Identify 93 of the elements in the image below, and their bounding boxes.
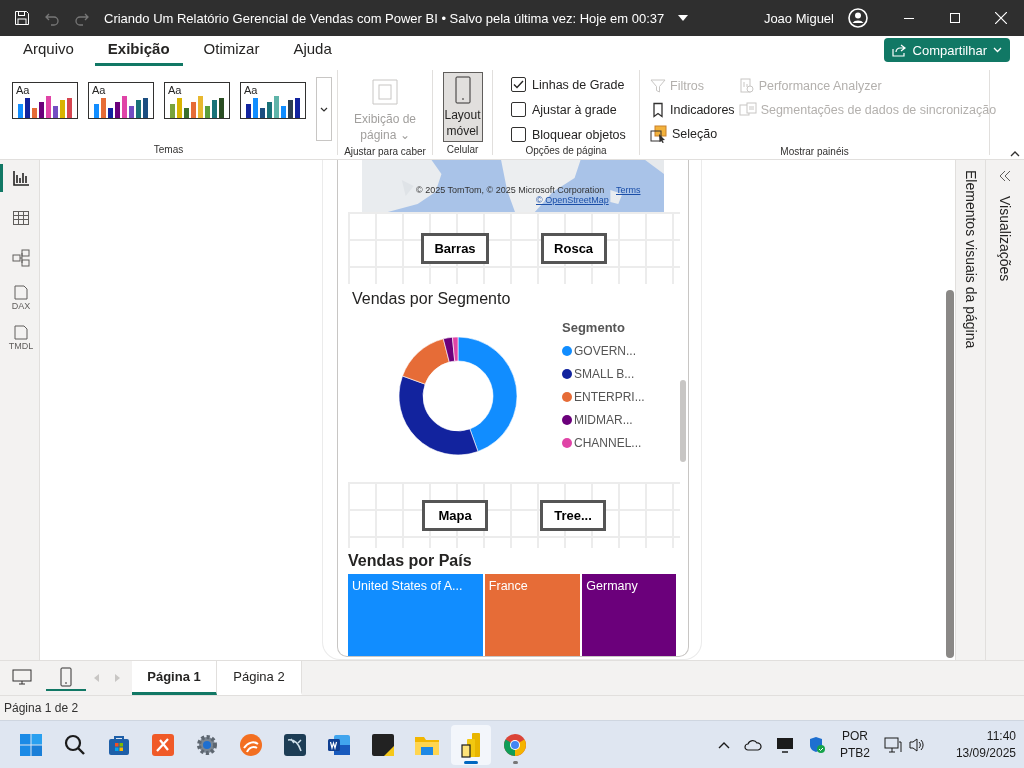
database-app-icon[interactable] bbox=[283, 732, 307, 757]
word-document-icon[interactable] bbox=[327, 732, 351, 757]
status-text: Página 1 de 2 bbox=[4, 701, 79, 715]
group-label: Ajustar para caber bbox=[343, 146, 427, 157]
expand-icon[interactable] bbox=[999, 170, 1011, 182]
browser-icon[interactable] bbox=[503, 732, 527, 757]
performance-icon bbox=[738, 78, 755, 94]
chevron-down-icon bbox=[993, 47, 1002, 53]
nav-button[interactable]: Barras bbox=[421, 232, 489, 264]
shopping-bag-icon[interactable] bbox=[108, 733, 130, 756]
checkbox[interactable] bbox=[511, 77, 526, 92]
page-tab[interactable]: Página 1 bbox=[132, 661, 217, 695]
language-indicator: POR bbox=[841, 727, 868, 745]
menu-tab[interactable]: Arquivo bbox=[10, 36, 87, 66]
pane-tab[interactable]: Visualizações bbox=[997, 196, 1013, 282]
monitor-icon bbox=[12, 669, 32, 685]
checkbox-label: Bloquear objetos bbox=[532, 127, 626, 142]
legend-label: ENTERPRI... bbox=[574, 390, 645, 404]
map-terms-link[interactable]: Terms bbox=[616, 185, 641, 195]
group-label: Mostrar painéis bbox=[779, 146, 850, 157]
legend-label: SMALL B... bbox=[574, 367, 635, 381]
maximize-icon bbox=[950, 13, 960, 23]
collapse-ribbon-icon[interactable] bbox=[1010, 151, 1020, 157]
speaker-icon[interactable] bbox=[907, 736, 926, 753]
pane-toggle[interactable]: Indicadores bbox=[650, 98, 735, 122]
chevron-up-icon[interactable] bbox=[717, 740, 730, 749]
pane-tab[interactable]: Elementos visuais da página bbox=[962, 170, 979, 349]
share-button[interactable]: Compartilhar bbox=[883, 38, 1010, 62]
theme-thumbnail[interactable]: Aa bbox=[164, 82, 230, 119]
treemap-tile: France bbox=[484, 574, 581, 656]
menu-tab[interactable]: Ajuda bbox=[280, 36, 345, 66]
pane-toggle[interactable]: Seleção bbox=[650, 122, 735, 146]
group-label: Opções de página bbox=[524, 145, 608, 156]
selection-icon bbox=[650, 125, 668, 143]
cloud-icon[interactable] bbox=[743, 738, 762, 751]
share-icon bbox=[891, 43, 907, 57]
phone-icon bbox=[60, 667, 72, 687]
sticky-note-icon[interactable] bbox=[371, 732, 395, 757]
keyboard-layout: PTB2 bbox=[839, 744, 870, 762]
mobile-layout-button[interactable]: Layout móvel bbox=[442, 72, 483, 142]
group-label: Celular bbox=[445, 144, 480, 155]
menu-tab[interactable]: Otimizar bbox=[190, 36, 273, 66]
nav-button[interactable]: Rosca bbox=[540, 232, 607, 264]
table-icon[interactable] bbox=[12, 210, 30, 226]
map-osm-link[interactable]: © OpenStreetMap bbox=[536, 195, 609, 205]
treemap-tile: United States of A... bbox=[348, 574, 483, 656]
sync-icon bbox=[738, 102, 757, 118]
round-app-icon[interactable] bbox=[239, 732, 263, 757]
bar-chart-app-icon[interactable] bbox=[459, 731, 483, 758]
caret-icon[interactable] bbox=[678, 15, 689, 21]
scrollbar[interactable] bbox=[946, 290, 954, 658]
nav-button[interactable]: Mapa bbox=[422, 499, 488, 531]
bar-chart-icon[interactable] bbox=[12, 170, 30, 186]
legend-title: Segmento bbox=[562, 320, 626, 335]
treemap-tile: Germany bbox=[582, 574, 676, 656]
bookmark-icon bbox=[650, 102, 666, 118]
tools-app-icon[interactable] bbox=[151, 732, 175, 757]
shield-icon[interactable] bbox=[807, 735, 826, 754]
page-tab[interactable]: Página 2 bbox=[217, 661, 302, 695]
checkbox[interactable] bbox=[511, 102, 526, 117]
gear-icon[interactable] bbox=[195, 732, 219, 757]
windows-start-icon[interactable] bbox=[19, 732, 43, 757]
mobile-view-button[interactable] bbox=[46, 665, 86, 691]
chart-title: Vendas por Segmento bbox=[351, 289, 512, 309]
checkbox-label: Ajustar à grade bbox=[532, 102, 617, 117]
nav-button[interactable]: Tree... bbox=[540, 499, 606, 531]
legend-label: MIDMAR... bbox=[574, 413, 633, 427]
map-attribution: © 2025 TomTom, © 2025 Microsoft Corporation bbox=[416, 185, 605, 195]
monitor-icon[interactable] bbox=[775, 736, 794, 753]
filter-icon bbox=[650, 78, 666, 94]
legend-label: CHANNEL... bbox=[574, 436, 642, 450]
save-icon[interactable] bbox=[14, 10, 30, 26]
checkbox[interactable] bbox=[511, 127, 526, 142]
chart-title: Vendas por País bbox=[348, 551, 473, 571]
checkbox-label: Linhas de Grade bbox=[532, 77, 625, 92]
model-icon[interactable] bbox=[12, 249, 30, 267]
avatar-icon[interactable] bbox=[848, 8, 868, 28]
group-label: Temas bbox=[152, 144, 185, 155]
legend-label: GOVERN... bbox=[574, 344, 636, 358]
clock-date: 13/09/2025 bbox=[955, 744, 1016, 762]
search-icon[interactable] bbox=[64, 733, 86, 756]
theme-thumbnail[interactable]: Aa bbox=[240, 82, 306, 119]
user-name: Joao Miguel bbox=[763, 10, 834, 26]
theme-thumbnail[interactable]: Aa bbox=[88, 82, 154, 119]
clock-time: 11:40 bbox=[986, 727, 1016, 745]
window-title: Criando Um Relatório Gerencial de Vendas com Power BI • Salvo pela última vez: Hoje em 00:37 bbox=[104, 10, 665, 26]
theme-thumbnail[interactable]: Aa bbox=[12, 82, 78, 119]
page-fit-icon bbox=[370, 77, 400, 107]
phone-icon bbox=[452, 75, 473, 105]
display-icon[interactable] bbox=[883, 736, 902, 753]
minimize-icon bbox=[904, 17, 914, 19]
close-icon bbox=[995, 12, 1007, 24]
chevron-down-icon bbox=[320, 106, 328, 112]
